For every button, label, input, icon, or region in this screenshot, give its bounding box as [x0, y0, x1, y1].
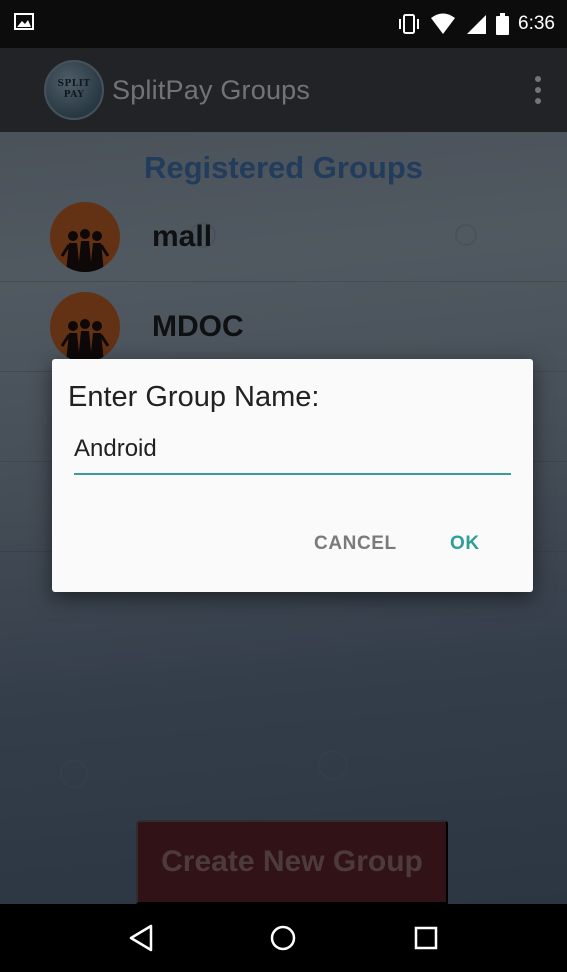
- recents-icon[interactable]: [412, 924, 440, 952]
- home-icon[interactable]: [268, 923, 298, 953]
- battery-icon: [496, 13, 510, 35]
- back-icon[interactable]: [127, 923, 155, 953]
- signal-icon: [465, 13, 487, 35]
- wifi-icon: [430, 13, 456, 35]
- status-time: 6:36: [518, 13, 555, 34]
- ok-button[interactable]: OK: [450, 533, 480, 555]
- vibrate-icon: [397, 13, 421, 35]
- image-notification-icon: [14, 13, 34, 35]
- group-name-input[interactable]: [74, 429, 511, 475]
- enter-group-name-dialog: Enter Group Name: CANCEL OK: [52, 359, 533, 592]
- dialog-title: Enter Group Name:: [68, 381, 320, 413]
- cancel-button[interactable]: CANCEL: [314, 533, 397, 555]
- status-bar: 6:36: [0, 0, 567, 48]
- navigation-bar: [0, 904, 567, 972]
